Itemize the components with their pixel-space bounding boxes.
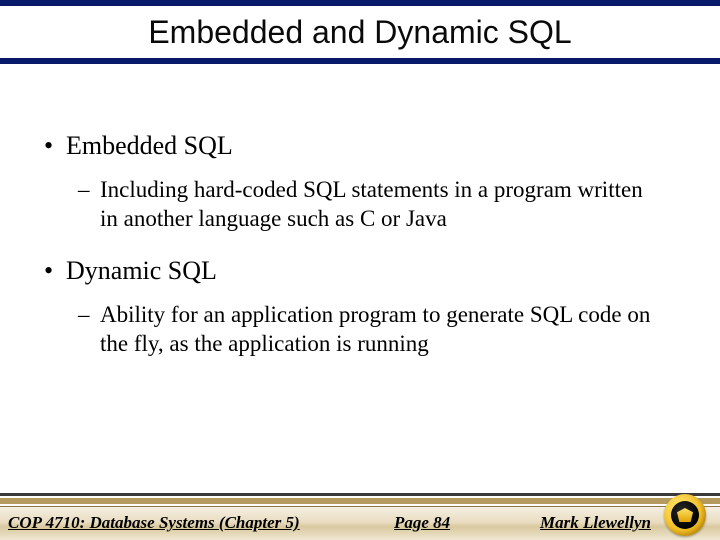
footer-bar: COP 4710: Database Systems (Chapter 5) P…: [0, 506, 720, 540]
bullet-label: Embedded SQL: [66, 131, 233, 160]
ucf-logo-icon: [664, 494, 706, 536]
bullet-label: Dynamic SQL: [66, 256, 217, 285]
subbullet-embedded-sql: Including hard-coded SQL statements in a…: [78, 175, 658, 234]
slide-title: Embedded and Dynamic SQL: [0, 14, 720, 51]
footer-author: Mark Llewellyn: [540, 513, 651, 533]
subbullet-text: Ability for an application program to ge…: [100, 302, 650, 356]
title-underline: [0, 58, 720, 64]
subbullet-dynamic-sql: Ability for an application program to ge…: [78, 300, 658, 359]
bullet-dynamic-sql: Dynamic SQL: [38, 255, 690, 288]
footer-page: Page 84: [394, 513, 450, 533]
footer: COP 4710: Database Systems (Chapter 5) P…: [0, 490, 720, 540]
footer-course: COP 4710: Database Systems (Chapter 5): [8, 513, 300, 533]
footer-divider-dark: [0, 493, 720, 496]
subbullet-text: Including hard-coded SQL statements in a…: [100, 177, 643, 231]
slide-content: Embedded SQL Including hard-coded SQL st…: [38, 130, 690, 381]
footer-divider-tan: [0, 498, 720, 504]
top-accent-bar: [0, 0, 720, 6]
slide: Embedded and Dynamic SQL Embedded SQL In…: [0, 0, 720, 540]
bullet-embedded-sql: Embedded SQL: [38, 130, 690, 163]
